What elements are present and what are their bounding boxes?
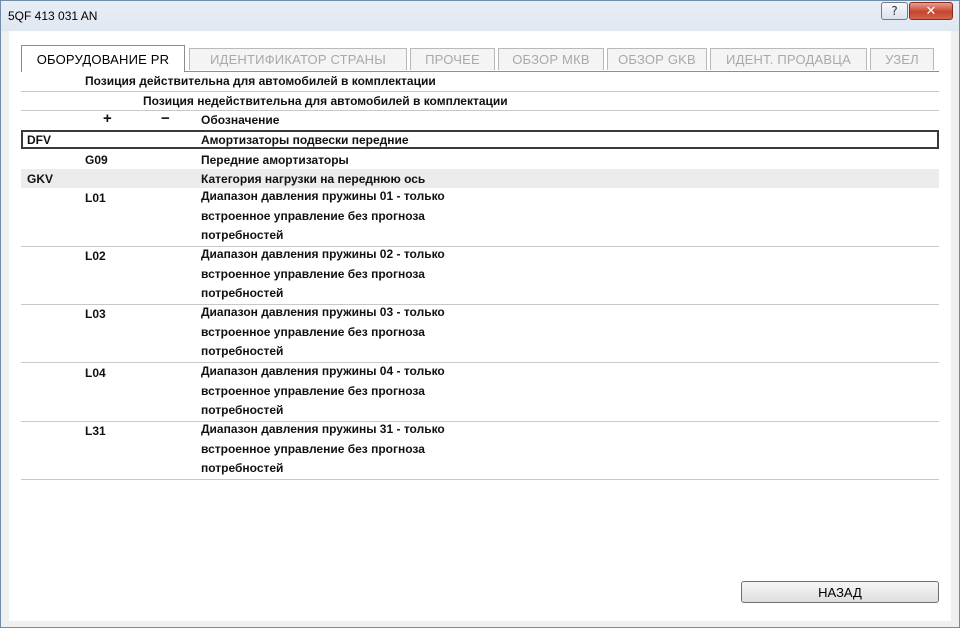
tab-assembly[interactable]: УЗЕЛ [870,48,934,70]
title-bar[interactable]: 5QF 413 031 AN ? ✕ [1,1,959,31]
row-option-code: L02 [85,249,106,263]
tab-pr-equipment[interactable]: ОБОРУДОВАНИЕ PR [21,45,185,72]
invalid-position-header: Позиция недействительна для автомобилей … [143,94,508,108]
row-description: Диапазон давления пружины 03 - только вс… [201,305,445,358]
back-button-label: АЗАД [827,584,862,600]
help-button[interactable]: ? [881,2,908,20]
designation-header: Обозначение [201,113,280,127]
row-option-code: G09 [85,153,108,167]
row-description: Передние амортизаторы [201,153,349,167]
dialog-window: 5QF 413 031 AN ? ✕ ОБОРУДОВАНИЕ PR ИДЕНТ… [0,0,960,628]
row-option-code: L03 [85,307,106,321]
row-description: Категория нагрузки на переднюю ось [201,172,426,186]
row-option-code: L01 [85,191,106,205]
row-description: Диапазон давления пружины 04 - только вс… [201,364,445,417]
minus-column-header: − [161,110,170,127]
row-family-code: DFV [27,133,51,147]
tab-mkb-overview[interactable]: ОБЗОР МКВ [498,48,604,70]
tab-dealer-ident[interactable]: ИДЕНТ. ПРОДАВЦА [710,48,867,70]
row-description: Диапазон давления пружины 02 - только вс… [201,247,445,300]
divider [21,91,939,92]
close-button[interactable]: ✕ [909,2,953,20]
window-title: 5QF 413 031 AN [8,9,98,23]
tab-other[interactable]: ПРОЧЕЕ [410,48,495,70]
tab-gkb-overview[interactable]: ОБЗОР GKB [607,48,707,70]
tab-country-identifier[interactable]: ИДЕНТИФИКАТОР СТРАНЫ [189,48,407,70]
table-row-selected[interactable] [21,130,939,149]
row-description: Диапазон давления пружины 01 - только вс… [201,189,445,242]
table-row-group[interactable] [21,169,939,188]
plus-column-header: + [103,110,112,127]
back-button[interactable]: Н АЗАД [741,581,939,603]
back-button-accelerator: Н [818,584,828,600]
valid-position-header: Позиция действительна для автомобилей в … [85,74,436,88]
divider [21,110,939,111]
row-option-code: L04 [85,366,106,380]
row-description: Диапазон давления пружины 31 - только вс… [201,422,445,475]
divider [21,479,939,480]
row-description: Амортизаторы подвески передние [201,133,409,147]
dialog-content: ОБОРУДОВАНИЕ PR ИДЕНТИФИКАТОР СТРАНЫ ПРО… [9,31,951,621]
row-family-code: GKV [27,172,54,186]
row-option-code: L31 [85,424,106,438]
